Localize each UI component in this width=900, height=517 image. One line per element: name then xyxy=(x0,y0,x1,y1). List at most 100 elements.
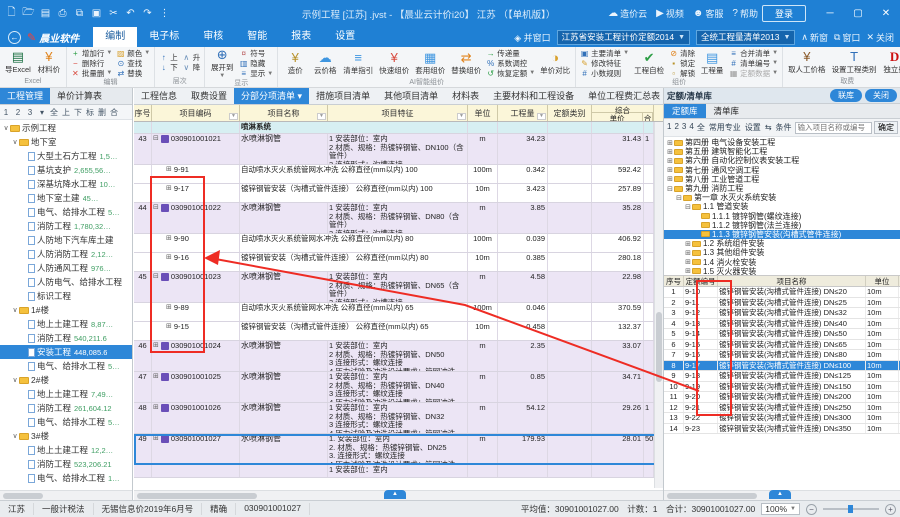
menu-tab-报表[interactable]: 报表 xyxy=(279,27,323,47)
project-tree-item[interactable]: ∨示例工程 xyxy=(0,121,132,135)
copy-icon[interactable]: ⧉ xyxy=(72,6,87,21)
expand-toggle-icon[interactable]: ⊞ xyxy=(666,166,674,174)
project-tree-item[interactable]: ∨地下室 xyxy=(0,135,132,149)
level-button-全[interactable]: 全 xyxy=(696,122,706,133)
expand-toggle-icon[interactable]: ⊟ xyxy=(675,194,683,202)
expand-toggle-icon[interactable]: ⊞ xyxy=(666,175,674,183)
video-button[interactable]: ▶视频 xyxy=(656,7,684,20)
expand-toggle-icon[interactable]: ⊟ xyxy=(153,273,159,282)
menu-tab-电子标[interactable]: 电子标 xyxy=(137,27,191,47)
project-tree-item[interactable]: 消防工程540,211.6 xyxy=(0,331,132,345)
ribbon-button-云价格[interactable]: ☁云价格 xyxy=(310,48,340,78)
library-tree-item[interactable]: ⊟第九册 消防工程 xyxy=(664,184,900,193)
library-tree-item[interactable]: ⊞第八册 工业管道工程 xyxy=(664,175,900,184)
level-button-4[interactable]: 4 xyxy=(688,122,694,133)
redo-icon[interactable]: ↷ xyxy=(140,6,155,21)
project-tree-item[interactable]: 深基坑降水工程10… xyxy=(0,177,132,191)
ribbon-button-增加行[interactable]: +增加行▼ xyxy=(71,48,112,58)
ribbon-button-设置工程类别[interactable]: T设置工程类别 xyxy=(829,48,880,77)
column-header-定额类别[interactable]: 定额类别 xyxy=(548,105,592,121)
settings-button[interactable]: 设置 xyxy=(744,122,762,133)
boq-tab-其他项目清单[interactable]: 其他项目清单 xyxy=(377,88,445,104)
link-library-button[interactable]: 联库 xyxy=(830,89,862,102)
expand-toggle-icon[interactable]: ⊞ xyxy=(684,258,692,266)
project-tree-item[interactable]: 大型土石方工程1,5… xyxy=(0,149,132,163)
column-header-综合[interactable]: 综合单价合 xyxy=(592,105,654,121)
project-tree-item[interactable]: 地上土建工程8,87… xyxy=(0,317,132,331)
ribbon-button-材料价[interactable]: ¥材料价 xyxy=(34,48,64,77)
expand-toggle-icon[interactable]: ⊞ xyxy=(166,304,172,313)
project-tree-item[interactable]: 人防消防工程2,12… xyxy=(0,247,132,261)
boq-hscrollbar[interactable]: ▲ xyxy=(134,490,663,500)
ribbon-button-系数调控[interactable]: %系数调控 xyxy=(486,58,535,68)
column-header-工程量[interactable]: 工程量▼ xyxy=(498,105,548,121)
library-table-row[interactable]: 109-19镀锌钢管安装(沟槽式管件连接) DN≤15010m xyxy=(664,382,900,393)
filter-icon[interactable]: ▼ xyxy=(229,113,238,120)
expand-toggle-icon[interactable]: ⊞ xyxy=(166,323,172,332)
ribbon-button-替换[interactable]: ⇄替换 xyxy=(116,68,150,78)
ribbon-button-独立费[interactable]: D独立费 xyxy=(880,48,900,77)
ribbon-button-下[interactable]: ↓下 xyxy=(159,63,178,73)
expand-toggle-icon[interactable]: ⊞ xyxy=(166,235,172,244)
login-button[interactable]: 登录 xyxy=(762,5,806,22)
expand-toggle-icon[interactable]: ⊞ xyxy=(666,157,674,165)
expand-toggle-icon[interactable]: ⊞ xyxy=(153,435,159,444)
level-button-3[interactable]: 3 xyxy=(681,122,687,133)
library-tab-清单库[interactable]: 清单库 xyxy=(706,104,748,118)
new-file-icon[interactable]: 🗋 xyxy=(4,6,19,21)
tree-tool-3[interactable]: 3 xyxy=(24,108,36,117)
sync-icon[interactable]: ⇆ xyxy=(764,123,773,132)
ribbon-button-批量删[interactable]: ✕批量删▼ xyxy=(71,68,112,78)
project-tree-item[interactable]: 地上土建工程7,49… xyxy=(0,387,132,401)
column-header-单位[interactable]: 单位 xyxy=(866,276,899,286)
library-search-input[interactable] xyxy=(795,122,872,134)
column-header-序号[interactable]: 序号 xyxy=(134,105,152,121)
column-header-单位[interactable]: 单位 xyxy=(468,105,498,121)
tree-tool-上[interactable]: 上 xyxy=(60,107,72,118)
library-table-row[interactable]: 29-11镀锌钢管安装(沟槽式管件连接) DN≤2510m xyxy=(664,298,900,309)
boq-item-row[interactable]: 45⊟030901001023水喷淋钢管1 安装部位：室内2 材质、规格：热镀锌… xyxy=(134,272,663,303)
library-table-row[interactable]: 39-12镀锌钢管安装(沟槽式管件连接) DN≤3210m xyxy=(664,308,900,319)
ribbon-button-清单指引[interactable]: ≡清单指引 xyxy=(340,48,376,78)
project-tree-item[interactable]: 人防电气、给排水工程 xyxy=(0,275,132,289)
filter-icon[interactable]: ▼ xyxy=(317,113,326,120)
undo-icon[interactable]: ↶ xyxy=(123,6,138,21)
menu-tab-智能[interactable]: 智能 xyxy=(235,27,279,47)
expand-toggle-icon[interactable]: ⊞ xyxy=(684,267,692,275)
ribbon-button-造价[interactable]: ¥造价 xyxy=(280,48,310,78)
project-tree-item[interactable]: 人防地下汽车库土建 xyxy=(0,233,132,247)
back-button[interactable]: ← xyxy=(8,31,21,44)
column-header-单价[interactable]: 单价 xyxy=(592,113,643,121)
ribbon-button-替换组价[interactable]: ⇄替换组价 xyxy=(448,48,484,78)
collapse-panel-button[interactable]: ▲ xyxy=(769,490,791,499)
column-header-序号[interactable]: 序号 xyxy=(664,276,684,286)
boq-item-row[interactable]: 47⊞030901001025水喷淋钢管1 安装部位：室内2 材质、规格：热镀锌… xyxy=(134,372,663,403)
boq-tab-措施项目清单[interactable]: 措施项目清单 xyxy=(309,88,377,104)
ribbon-button-快速组价[interactable]: ¥快速组价 xyxy=(376,48,412,78)
library-tree-item[interactable]: ⊞1.5 灭火器安装 xyxy=(664,267,900,275)
zoom-level-select[interactable]: 100%▼ xyxy=(761,503,800,515)
quota-sub-row[interactable]: ⊞9-89自动喷水灭火系统管网水冲洗 公称直径(mm以内) 65100m0.04… xyxy=(134,303,663,322)
scroll-thumb[interactable] xyxy=(667,493,757,499)
library-tree-item[interactable]: 1.1.2 镀锌钢管(法兰连接) xyxy=(664,221,900,230)
ribbon-button-展开到[interactable]: ⊕展开到▼ xyxy=(207,48,237,79)
help-button[interactable]: ?帮助 xyxy=(732,7,758,20)
ribbon-button-传递量[interactable]: →传递量 xyxy=(486,48,535,58)
expand-toggle-icon[interactable]: ⊟ xyxy=(153,204,159,213)
tree-tool-标[interactable]: 标 xyxy=(84,107,96,118)
library-tree-item[interactable]: ⊞第六册 自动化控制仪表安装工程 xyxy=(664,156,900,165)
window-button[interactable]: ⧉窗口 xyxy=(834,31,860,44)
tree-tool-删[interactable]: 删 xyxy=(96,107,108,118)
project-tree-item[interactable]: 人防通风工程976… xyxy=(0,261,132,275)
project-tree-item[interactable]: 电气、给排水工程5… xyxy=(0,415,132,429)
project-tree-item[interactable]: 消防工程523,206.21 xyxy=(0,457,132,471)
menu-tab-审核[interactable]: 审核 xyxy=(191,27,235,47)
library-table-row[interactable]: 59-14镀锌钢管安装(沟槽式管件连接) DN≤5010m xyxy=(664,329,900,340)
quota-sub-row[interactable]: ⊞9-16镀锌钢管安装（沟槽式管件连接） 公称直径(mm以内) 8010m0.3… xyxy=(134,253,663,272)
ribbon-button-单价对比[interactable]: ◑单价对比 xyxy=(537,48,573,78)
library-tab-定额库[interactable]: 定额库 xyxy=(664,104,706,118)
ribbon-button-定额数据[interactable]: ▦定额数据▼ xyxy=(729,68,778,78)
ribbon-button-升[interactable]: ∧升 xyxy=(182,53,201,63)
filter-icon[interactable]: ▼ xyxy=(457,113,466,120)
expand-toggle-icon[interactable]: ⊞ xyxy=(153,404,159,413)
